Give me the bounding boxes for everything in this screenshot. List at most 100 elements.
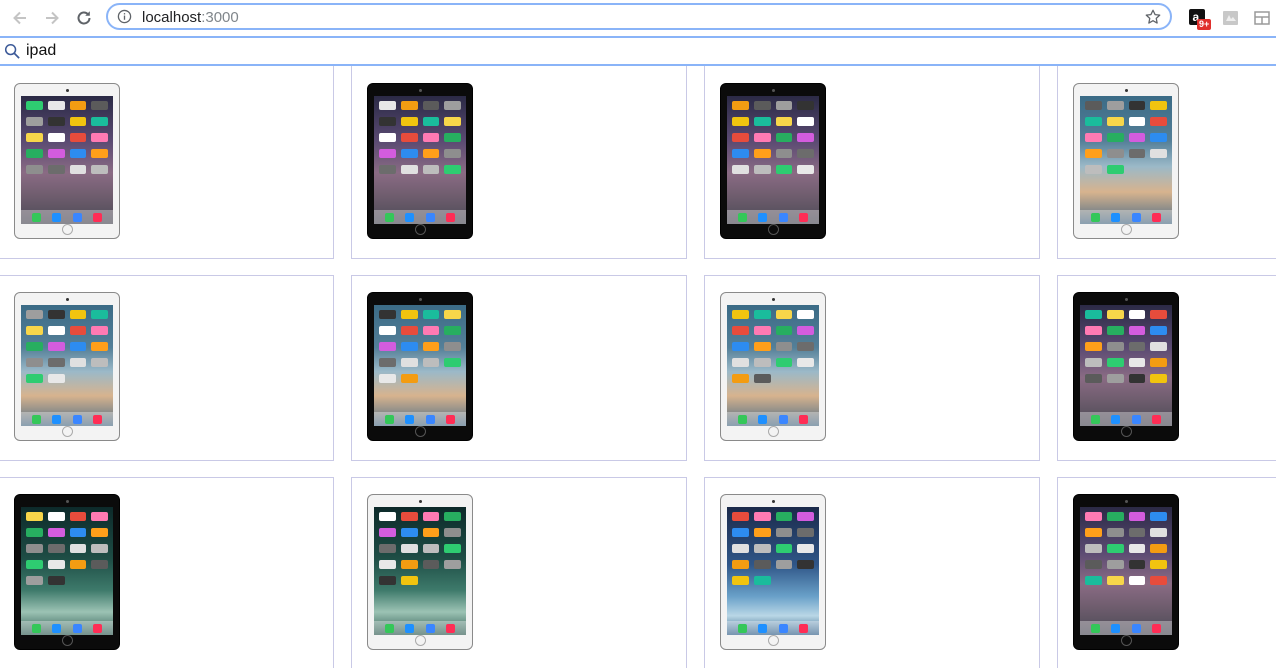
- back-button[interactable]: [9, 7, 31, 29]
- dock-app-icon: [798, 212, 808, 222]
- camera-dot: [418, 298, 422, 301]
- home-button: [61, 635, 73, 646]
- app-icon: [422, 528, 440, 537]
- camera-dot: [65, 298, 69, 301]
- app-icon: [1128, 512, 1146, 521]
- app-icon: [775, 358, 793, 367]
- app-icon: [400, 512, 418, 521]
- app-icon: [732, 358, 749, 367]
- ipad-screen: [727, 305, 819, 426]
- arrow-left-icon: [13, 11, 26, 25]
- result-card[interactable]: [0, 477, 334, 668]
- app-icon: [26, 117, 43, 126]
- app-icon: [26, 576, 43, 585]
- app-icon: [1128, 310, 1146, 319]
- search-input[interactable]: [26, 40, 1226, 62]
- result-card[interactable]: [704, 477, 1040, 668]
- app-icon: [753, 326, 771, 335]
- result-card[interactable]: [351, 477, 687, 668]
- home-button: [1120, 224, 1132, 235]
- dock-app-icon: [405, 212, 415, 222]
- app-icon: [732, 101, 749, 110]
- app-icon: [1106, 560, 1124, 569]
- app-icon: [1150, 528, 1167, 537]
- product-image[interactable]: [1073, 494, 1179, 650]
- app-icon: [91, 101, 108, 110]
- dock: [1080, 412, 1172, 426]
- app-icon: [379, 342, 396, 351]
- dock-app-icon: [1151, 623, 1161, 633]
- app-grid: [379, 101, 461, 174]
- product-image[interactable]: [1073, 292, 1179, 441]
- app-icon: [797, 101, 814, 110]
- result-card[interactable]: [704, 66, 1040, 259]
- ipad-device: [1073, 494, 1179, 650]
- ipad-screen: [727, 96, 819, 224]
- result-card[interactable]: [1057, 477, 1276, 668]
- app-icon: [1085, 310, 1102, 319]
- home-button: [61, 224, 73, 235]
- product-image[interactable]: [1073, 83, 1179, 239]
- app-icon: [1106, 117, 1124, 126]
- reload-button[interactable]: [73, 7, 95, 29]
- app-icon: [444, 512, 461, 521]
- app-icon: [379, 576, 396, 585]
- app-icon: [775, 133, 793, 142]
- star-icon[interactable]: [1144, 8, 1162, 26]
- result-card[interactable]: [0, 66, 334, 259]
- dock-app-icon: [385, 623, 395, 633]
- result-card[interactable]: [0, 275, 334, 461]
- app-icon: [775, 117, 793, 126]
- product-image[interactable]: [720, 494, 826, 650]
- dock-app-icon: [778, 414, 788, 424]
- app-icon: [1085, 326, 1102, 335]
- app-icon: [1128, 358, 1146, 367]
- app-icon: [1150, 358, 1167, 367]
- amazon-extension-icon[interactable]: a 9+: [1188, 8, 1211, 30]
- app-icon: [1085, 576, 1102, 585]
- layout-extension-icon[interactable]: [1252, 8, 1272, 28]
- app-grid: [732, 310, 814, 383]
- app-icon: [26, 512, 43, 521]
- home-button: [1120, 635, 1132, 646]
- product-image[interactable]: [720, 292, 826, 441]
- app-grid: [732, 512, 814, 585]
- result-card[interactable]: [704, 275, 1040, 461]
- app-icon: [47, 149, 65, 158]
- product-image[interactable]: [367, 83, 473, 239]
- browser-toolbar: localhost:3000 a 9+: [0, 0, 1276, 36]
- app-icon: [400, 101, 418, 110]
- dock-app-icon: [32, 212, 42, 222]
- product-image[interactable]: [14, 292, 120, 441]
- result-card[interactable]: [351, 66, 687, 259]
- address-bar[interactable]: localhost:3000: [106, 3, 1172, 30]
- app-icon: [1106, 374, 1124, 383]
- app-icon: [422, 165, 440, 174]
- forward-button[interactable]: [41, 7, 63, 29]
- product-image[interactable]: [14, 494, 120, 650]
- app-icon: [26, 342, 43, 351]
- app-icon: [732, 544, 749, 553]
- product-image[interactable]: [367, 494, 473, 650]
- app-icon: [1150, 310, 1167, 319]
- dock-app-icon: [445, 623, 455, 633]
- app-icon: [1150, 117, 1167, 126]
- dock-app-icon: [72, 212, 82, 222]
- info-icon[interactable]: [117, 9, 132, 24]
- app-icon: [797, 512, 814, 521]
- app-icon: [47, 358, 65, 367]
- app-icon: [400, 342, 418, 351]
- result-card[interactable]: [1057, 66, 1276, 259]
- app-icon: [753, 576, 771, 585]
- product-image[interactable]: [720, 83, 826, 239]
- dock-app-icon: [738, 414, 748, 424]
- result-card[interactable]: [1057, 275, 1276, 461]
- app-icon: [1085, 101, 1102, 110]
- dock: [21, 210, 113, 224]
- image-extension-icon[interactable]: [1221, 8, 1241, 28]
- results-grid: [0, 66, 1276, 668]
- product-image[interactable]: [367, 292, 473, 441]
- result-card[interactable]: [351, 275, 687, 461]
- app-icon: [797, 342, 814, 351]
- product-image[interactable]: [14, 83, 120, 239]
